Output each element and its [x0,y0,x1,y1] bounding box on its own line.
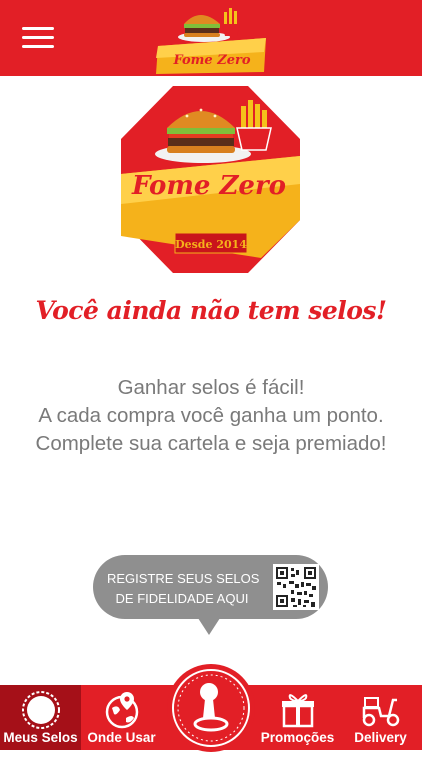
brand-since-label: Desde 2014 [175,238,247,251]
hamburger-line [22,36,54,39]
tab-label: Delivery [354,730,407,745]
stamp-icon [172,669,250,747]
header-logo: Fome Zero [156,8,266,74]
no-stamps-title: Você ainda não tem selos! [35,296,387,325]
tab-onde-usar[interactable]: Onde Usar [81,685,162,750]
hamburger-menu-icon [22,27,54,30]
register-line-2: DE FIDELIDADE AQUI [115,591,249,606]
tab-promocoes[interactable]: Promoções [256,685,339,750]
qr-code-icon [273,564,319,610]
top-app-bar: Fome Zero [0,0,422,76]
info-text: Ganhar selos é fácil! A cada compra você… [0,374,422,458]
menu-button[interactable] [22,27,54,49]
tab-label: Onde Usar [87,730,156,745]
speech-bubble-tail [196,615,222,635]
map-pin-globe-icon [105,692,138,729]
header-logo-text: Fome Zero [172,53,250,68]
scooter-icon [362,697,399,727]
register-stamps-button[interactable]: REGISTRE SEUS SELOS DE FIDELIDADE AQUI [93,555,328,635]
stamp-center-button[interactable] [167,664,255,752]
tab-label: Meus Selos [3,730,78,745]
hamburger-line [22,45,54,48]
seal-icon [21,691,60,729]
brand-logo-octagon: Fome Zero Desde 2014 [121,86,300,273]
tab-delivery[interactable]: Delivery [339,685,422,750]
info-line: Ganhar selos é fácil! [117,376,305,399]
gift-icon [281,694,314,728]
tab-meus-selos[interactable]: Meus Selos [0,685,81,750]
register-stamps-label: REGISTRE SEUS SELOS DE FIDELIDADE AQUI [107,569,260,609]
info-line: Complete sua cartela e seja premiado! [35,432,387,455]
tab-label: Promoções [260,730,335,745]
brand-logo-text: Fome Zero [131,171,286,201]
register-line-1: REGISTRE SEUS SELOS [107,571,260,586]
info-line: A cada compra você ganha um ponto. [38,404,384,427]
